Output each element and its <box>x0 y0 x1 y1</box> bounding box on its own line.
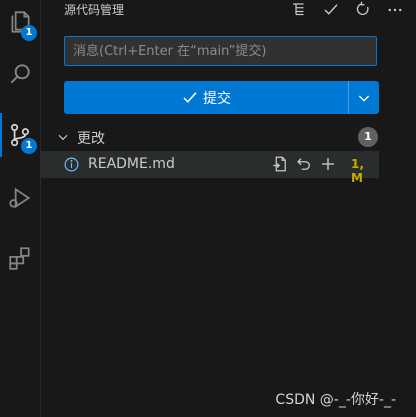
open-file-button[interactable] <box>270 154 290 174</box>
activity-extensions[interactable] <box>0 236 40 280</box>
view-as-tree-icon <box>293 3 304 16</box>
activity-bar: 1 1 <box>0 0 41 417</box>
plus-icon <box>322 158 334 170</box>
extensions-icon <box>9 247 30 270</box>
check-icon <box>324 4 338 15</box>
scm-badge: 1 <box>21 138 37 154</box>
chevron-down-icon <box>58 134 68 141</box>
commit-message-input[interactable] <box>64 36 377 66</box>
commit-check-button[interactable] <box>320 0 342 20</box>
more-actions-button[interactable] <box>384 0 406 20</box>
go-to-file-icon <box>273 156 286 172</box>
discard-icon <box>297 158 310 170</box>
activity-run-debug[interactable] <box>0 176 40 220</box>
view-as-tree-button[interactable] <box>288 0 310 20</box>
changes-count-badge: 1 <box>358 127 378 147</box>
changes-label: 更改 <box>77 131 105 147</box>
scm-header: 源代码管理 <box>41 0 416 20</box>
check-icon <box>183 91 197 103</box>
scm-title: 源代码管理 <box>64 3 125 17</box>
run-debug-icon <box>9 187 31 209</box>
info-icon <box>64 157 79 172</box>
commit-button-label: 提交 <box>203 90 231 107</box>
file-status: 1, M <box>351 157 364 185</box>
scm-sidebar: 源代码管理 消息(Ctrl+Enter 在“main”提交) 提交 更改 1 R… <box>41 0 416 417</box>
more-icon <box>388 8 402 12</box>
refresh-icon <box>356 1 369 15</box>
activity-source-control[interactable]: 1 <box>0 113 40 157</box>
activity-explorer[interactable]: 1 <box>0 0 40 44</box>
scm-header-actions <box>288 0 406 20</box>
file-actions <box>270 154 338 174</box>
stage-changes-button[interactable] <box>318 154 338 174</box>
search-icon <box>10 64 30 84</box>
discard-changes-button[interactable] <box>294 154 314 174</box>
refresh-button[interactable] <box>352 0 374 20</box>
file-name: README.md <box>88 156 175 172</box>
activity-search[interactable] <box>0 52 40 96</box>
watermark: CSDN @-_-你好-_- <box>275 392 396 408</box>
chevron-down-icon <box>358 95 370 102</box>
changes-group-header[interactable]: 更改 1 <box>41 125 416 149</box>
commit-dropdown-button[interactable] <box>348 81 379 114</box>
changed-file-row[interactable]: README.md 1, M <box>41 151 379 185</box>
commit-button[interactable]: 提交 <box>64 81 348 114</box>
explorer-badge: 1 <box>21 25 37 41</box>
